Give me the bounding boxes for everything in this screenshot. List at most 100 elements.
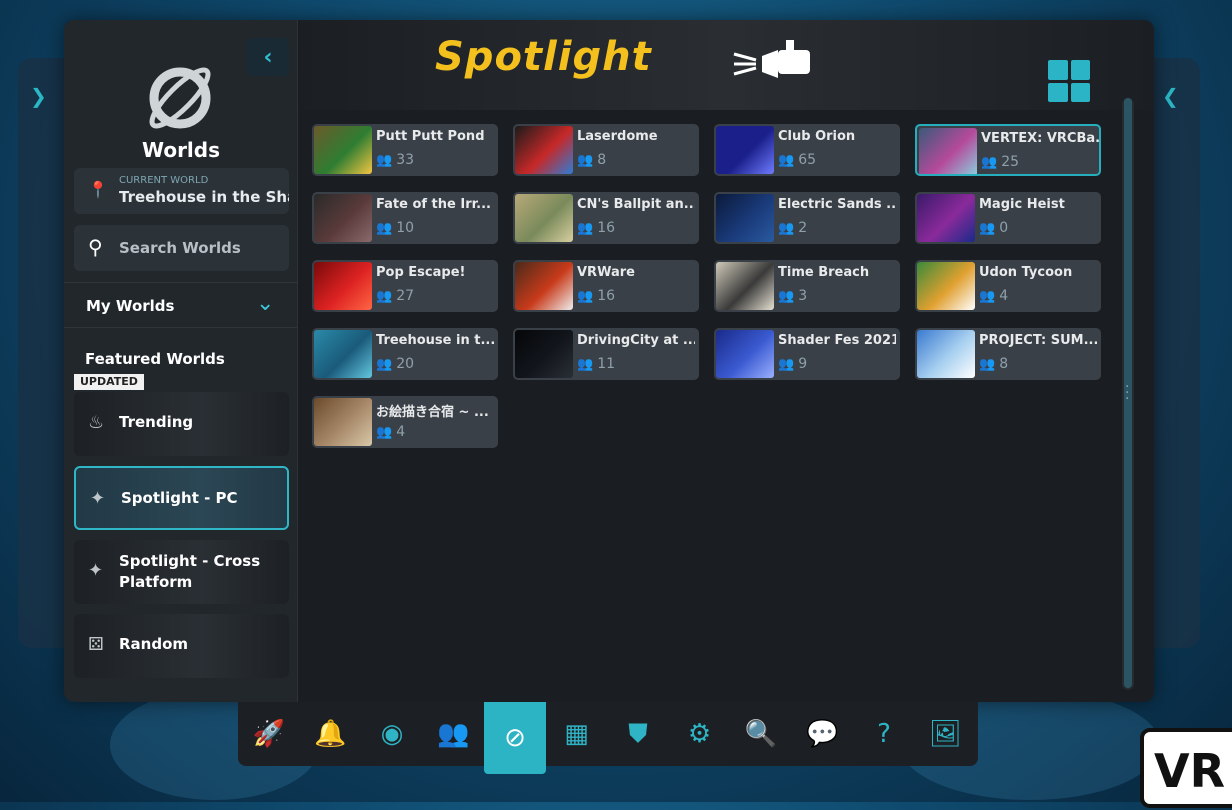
search-icon: ⚲	[88, 235, 103, 259]
grid-view-toggle[interactable]	[1048, 60, 1090, 102]
world-tile[interactable]: Treehouse in t... 👥 20	[312, 328, 498, 380]
player-count-value: 9	[798, 356, 808, 372]
settings-gear-button[interactable]: ⚙	[669, 702, 731, 766]
my-worlds-dropdown[interactable]: My Worlds ⌄	[64, 282, 298, 328]
category-trending[interactable]: ♨ Trending	[74, 392, 289, 456]
help-icon: ?	[877, 719, 891, 749]
player-count: 👥 10	[376, 220, 414, 236]
category-spotlight-cross-platform[interactable]: ✦ Spotlight - Cross Platform	[74, 540, 289, 604]
spotlight-icon: ✦	[88, 560, 104, 581]
gallery-button[interactable]: 🖼	[915, 702, 977, 766]
player-count-value: 27	[396, 288, 415, 304]
category-random[interactable]: ⚄ Random	[74, 614, 289, 678]
settings-gear-icon: ⚙	[687, 719, 712, 749]
world-thumbnail	[314, 194, 372, 242]
world-tile[interactable]: PROJECT: SUM... 👥 8	[915, 328, 1101, 380]
flame-icon: ♨	[88, 412, 105, 433]
world-name: Fate of the Irr...	[376, 197, 491, 212]
player-count-value: 3	[798, 288, 808, 304]
world-tile[interactable]: Fate of the Irr... 👥 10	[312, 192, 498, 244]
players-icon: 👥	[376, 153, 393, 168]
grid-cell	[1070, 60, 1090, 80]
players-icon: 👥	[979, 357, 996, 372]
search-worlds-label: Search Worlds	[119, 239, 241, 257]
player-count: 👥 8	[577, 152, 606, 168]
wing-icon: ❯	[30, 84, 47, 108]
world-thumbnail	[515, 194, 573, 242]
rocket-icon: 🚀	[252, 719, 286, 749]
players-icon: 👥	[778, 221, 795, 236]
rocket-button[interactable]: 🚀	[238, 702, 300, 766]
world-name: Laserdome	[577, 129, 658, 144]
players-icon: 👥	[376, 221, 393, 236]
players-icon: 👥	[778, 357, 795, 372]
chat-button[interactable]: 💬	[792, 702, 854, 766]
world-name: Pop Escape!	[376, 265, 466, 280]
avatars-button[interactable]: ▦	[546, 702, 608, 766]
worlds-menu-window: ‹ Worlds 📍 CURRENT WORLD Treehouse in th…	[64, 20, 1154, 702]
world-tile[interactable]: Shader Fes 2021 👥 9	[714, 328, 900, 380]
world-name: Magic Heist	[979, 197, 1065, 212]
category-spotlight-pc[interactable]: ✦ Spotlight - PC	[74, 466, 289, 530]
player-count-value: 8	[597, 152, 607, 168]
featured-worlds-heading: Featured Worlds	[85, 350, 225, 368]
world-thumbnail	[716, 330, 774, 378]
world-name: Club Orion	[778, 129, 856, 144]
profile-button[interactable]: ◉	[361, 702, 423, 766]
worlds-content: Spotlight · · · Putt Putt Pond 👥 33 Laserdome…	[300, 20, 1154, 702]
search-worlds-button[interactable]: ⚲ Search Worlds	[74, 225, 289, 271]
world-tile[interactable]: Time Breach 👥 3	[714, 260, 900, 312]
category-label: Spotlight - PC	[121, 489, 238, 507]
world-tile[interactable]: CN's Ballpit an... 👥 16	[513, 192, 699, 244]
updated-badge: UPDATED	[74, 374, 144, 390]
world-name: Electric Sands ...	[778, 197, 896, 212]
planet-icon	[149, 67, 211, 129]
current-world[interactable]: 📍 CURRENT WORLD Treehouse in the Sha	[74, 168, 289, 214]
wing-icon: ❮	[1162, 84, 1179, 108]
world-tile[interactable]: Club Orion 👥 65	[714, 124, 900, 176]
player-count: 👥 27	[376, 288, 414, 304]
player-count-value: 4	[396, 424, 406, 440]
world-thumbnail	[716, 194, 774, 242]
grid-cell	[1048, 60, 1068, 80]
social-button[interactable]: 👥	[423, 702, 485, 766]
world-thumbnail	[917, 262, 975, 310]
world-tile[interactable]: Putt Putt Pond 👥 33	[312, 124, 498, 176]
world-name: VERTEX: VRCBa...	[981, 131, 1099, 146]
safety-shield-icon: ⛊	[628, 718, 648, 749]
category-label: Spotlight - Cross Platform	[119, 552, 261, 591]
player-count: 👥 16	[577, 288, 615, 304]
player-count-value: 33	[396, 152, 415, 168]
grid-cell	[1048, 82, 1068, 102]
world-thumbnail	[314, 126, 372, 174]
world-tile[interactable]: お絵描き合宿 ~ ... 👥 4	[312, 396, 498, 448]
world-tile[interactable]: Magic Heist 👥 0	[915, 192, 1101, 244]
help-button[interactable]: ?	[853, 702, 915, 766]
world-name: PROJECT: SUM...	[979, 333, 1097, 348]
players-icon: 👥	[778, 289, 795, 304]
search-button[interactable]: 🔍	[730, 702, 792, 766]
players-icon: 👥	[376, 289, 393, 304]
world-tile[interactable]: Udon Tycoon 👥 4	[915, 260, 1101, 312]
world-tile[interactable]: DrivingCity at ... 👥 11	[513, 328, 699, 380]
world-tile[interactable]: VRWare 👥 16	[513, 260, 699, 312]
worlds-button[interactable]: ⊘	[484, 702, 546, 774]
world-tile[interactable]: Electric Sands ... 👥 2	[714, 192, 900, 244]
world-tile[interactable]: Laserdome 👥 8	[513, 124, 699, 176]
world-thumbnail	[917, 194, 975, 242]
world-thumbnail	[515, 330, 573, 378]
bell-button[interactable]: 🔔	[300, 702, 362, 766]
player-count-value: 0	[999, 220, 1009, 236]
category-label: Random	[119, 635, 189, 653]
world-thumbnail	[314, 398, 372, 446]
player-count-value: 4	[999, 288, 1009, 304]
back-button[interactable]: ‹	[247, 38, 289, 76]
safety-shield-button[interactable]: ⛊	[607, 702, 669, 766]
player-count: 👥 33	[376, 152, 414, 168]
world-tile[interactable]: VERTEX: VRCBa... 👥 25	[915, 124, 1101, 176]
player-count-value: 20	[396, 356, 415, 372]
world-name: DrivingCity at ...	[577, 333, 695, 348]
world-tile[interactable]: Pop Escape! 👥 27	[312, 260, 498, 312]
world-thumbnail	[314, 262, 372, 310]
world-thumbnail	[716, 262, 774, 310]
